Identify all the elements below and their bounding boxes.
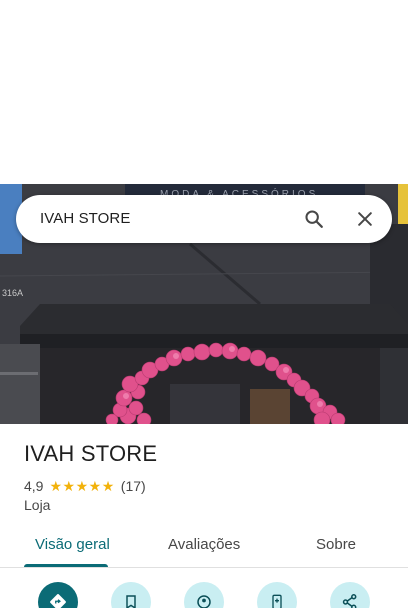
rating-value: 4,9 — [24, 478, 44, 494]
close-icon[interactable] — [349, 203, 381, 235]
tab-overview[interactable]: Visão geral — [35, 526, 110, 566]
tab-about[interactable]: Sobre — [316, 526, 356, 566]
directions-icon — [50, 594, 66, 608]
nearby-button[interactable] — [184, 582, 224, 608]
share-button[interactable] — [330, 582, 370, 608]
tab-bar: Visão geral Avaliações Sobre — [0, 526, 408, 568]
search-icon[interactable] — [298, 203, 330, 235]
bookmark-icon — [126, 595, 136, 608]
review-count[interactable]: (17) — [121, 478, 146, 494]
rating-stars: ★ ★ ★ ★ ★ — [49, 479, 114, 493]
save-button[interactable] — [111, 582, 151, 608]
search-input[interactable]: IVAH STORE — [40, 195, 130, 243]
star-icon: ★ — [49, 478, 63, 494]
send-to-phone-button[interactable] — [257, 582, 297, 608]
directions-button[interactable] — [38, 582, 78, 608]
send-to-phone-icon — [272, 594, 282, 608]
star-icon: ★ — [75, 478, 89, 494]
action-buttons-row — [0, 568, 408, 608]
search-bar[interactable]: IVAH STORE — [16, 195, 392, 243]
tab-reviews[interactable]: Avaliações — [168, 526, 240, 566]
active-tab-indicator — [24, 564, 108, 567]
share-icon — [342, 594, 357, 608]
star-icon: ★ — [88, 478, 102, 494]
star-icon: ★ — [62, 478, 76, 494]
address-number: 316A — [2, 288, 23, 298]
top-blank-area — [0, 0, 408, 184]
nearby-icon — [197, 595, 211, 608]
star-icon: ★ — [101, 478, 115, 494]
place-name: IVAH STORE — [24, 441, 158, 466]
rating-row[interactable]: 4,9 ★ ★ ★ ★ ★ (17) — [24, 477, 146, 495]
place-category: Loja — [24, 497, 51, 513]
